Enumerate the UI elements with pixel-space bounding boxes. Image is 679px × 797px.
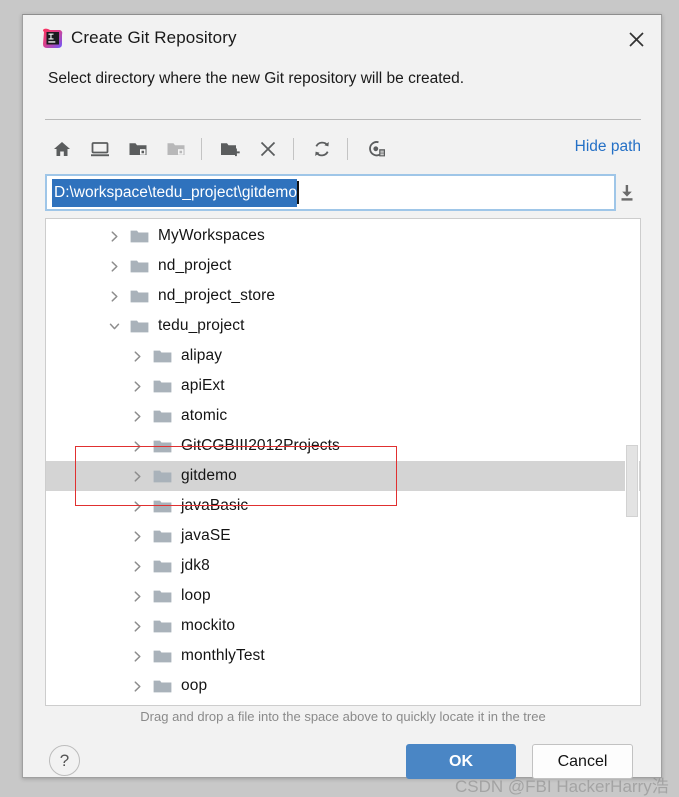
folder-icon — [153, 679, 172, 694]
intellij-idea-icon — [41, 27, 64, 50]
show-hidden-files-icon[interactable] — [359, 132, 393, 166]
tree-row-label: MyWorkspaces — [158, 227, 265, 244]
folder-icon — [153, 409, 172, 424]
tree-row-label: gitdemo — [181, 467, 237, 484]
cancel-button[interactable]: Cancel — [532, 744, 633, 779]
module-folder-icon — [159, 132, 193, 166]
folder-icon — [130, 229, 149, 244]
create-git-repository-dialog: Create Git Repository Select directory w… — [22, 14, 669, 796]
tree-row-loop[interactable]: loop — [46, 581, 640, 611]
home-icon[interactable] — [45, 132, 79, 166]
scrollbar-thumb[interactable] — [626, 445, 638, 517]
folder-icon — [153, 619, 172, 634]
tree-row-label: nd_project_store — [158, 287, 276, 304]
text-caret — [296, 181, 299, 204]
folder-icon — [153, 469, 172, 484]
refresh-icon[interactable] — [305, 132, 339, 166]
tree-row-alipay[interactable]: alipay — [46, 341, 640, 371]
tree-row-label: jdk8 — [181, 557, 210, 574]
folder-icon — [153, 349, 172, 364]
folder-icon — [130, 259, 149, 274]
chevron-right-icon[interactable] — [131, 350, 144, 363]
help-button[interactable]: ? — [49, 745, 80, 776]
chevron-right-icon[interactable] — [131, 500, 144, 513]
project-folder-icon[interactable] — [121, 132, 155, 166]
chevron-down-icon[interactable] — [108, 320, 121, 333]
folder-icon — [153, 529, 172, 544]
tree-row-label: atomic — [181, 407, 228, 424]
toolbar-separator — [201, 138, 202, 160]
tree-row-apiext[interactable]: apiExt — [46, 371, 640, 401]
directory-tree[interactable]: MyWorkspaces nd_project nd_project_storete… — [45, 218, 641, 706]
tree-row-nd_project[interactable]: nd_project — [46, 251, 640, 281]
chevron-right-icon[interactable] — [131, 680, 144, 693]
tree-row-oop[interactable]: oop — [46, 671, 640, 701]
folder-icon — [153, 649, 172, 664]
folder-icon — [153, 439, 172, 454]
chevron-right-icon[interactable] — [108, 260, 121, 273]
tree-row-label: mockito — [181, 617, 236, 634]
tree-row-gitdemo[interactable]: gitdemo — [46, 461, 640, 491]
folder-icon — [153, 499, 172, 514]
path-input[interactable]: D:\workspace\tedu_project\gitdemo — [45, 174, 616, 211]
tree-row-nd_project_store[interactable]: nd_project_store — [46, 281, 640, 311]
tree-row-label: monthlyTest — [181, 647, 265, 664]
desktop-icon[interactable] — [83, 132, 117, 166]
chevron-right-icon[interactable] — [131, 560, 144, 573]
tree-row-myworkspaces[interactable]: MyWorkspaces — [46, 221, 640, 251]
tree-row-label: alipay — [181, 347, 223, 364]
new-folder-icon[interactable] — [213, 132, 247, 166]
folder-icon — [153, 589, 172, 604]
tree-row-label: GitCGBIII2012Projects — [181, 437, 340, 454]
drag-drop-hint: Drag and drop a file into the space abov… — [140, 709, 546, 724]
chevron-right-icon[interactable] — [131, 590, 144, 603]
tree-row-label: apiExt — [181, 377, 225, 394]
folder-icon — [130, 289, 149, 304]
toolbar-separator — [293, 138, 294, 160]
tree-row-jdk8[interactable]: jdk8 — [46, 551, 640, 581]
tree-row-atomic[interactable]: atomic — [46, 401, 640, 431]
chevron-right-icon[interactable] — [131, 530, 144, 543]
header-divider — [45, 119, 641, 120]
tree-vertical-scrollbar[interactable] — [625, 220, 639, 705]
tree-row-label: javaSE — [181, 527, 231, 544]
chevron-right-icon[interactable] — [131, 410, 144, 423]
tree-row-monthlytest[interactable]: monthlyTest — [46, 641, 640, 671]
folder-icon — [130, 319, 149, 334]
chevron-right-icon[interactable] — [131, 470, 144, 483]
chevron-right-icon[interactable] — [131, 650, 144, 663]
chevron-right-icon[interactable] — [131, 620, 144, 633]
tree-row-label: tedu_project — [158, 317, 245, 334]
hide-path-link[interactable]: Hide path — [575, 138, 641, 156]
tree-row-tedu_project[interactable]: tedu_project — [46, 311, 640, 341]
chevron-right-icon[interactable] — [108, 230, 121, 243]
ok-button[interactable]: OK — [406, 744, 516, 779]
tree-row-javabasic[interactable]: javaBasic — [46, 491, 640, 521]
toolbar-separator — [347, 138, 348, 160]
tree-row-label: oop — [181, 677, 208, 694]
download-icon[interactable] — [612, 177, 642, 209]
folder-icon — [153, 559, 172, 574]
folder-icon — [153, 379, 172, 394]
file-chooser-toolbar: Hide path — [45, 128, 641, 170]
path-input-value: D:\workspace\tedu_project\gitdemo — [52, 178, 297, 207]
tree-row-label: nd_project — [158, 257, 232, 274]
chevron-right-icon[interactable] — [131, 380, 144, 393]
chevron-right-icon[interactable] — [131, 440, 144, 453]
tree-rows: MyWorkspaces nd_project nd_project_storete… — [46, 221, 640, 701]
tree-row-javase[interactable]: javaSE — [46, 521, 640, 551]
path-row: D:\workspace\tedu_project\gitdemo — [45, 174, 641, 214]
dialog-subtitle: Select directory where the new Git repos… — [48, 70, 465, 87]
tree-row-mockito[interactable]: mockito — [46, 611, 640, 641]
dialog-titlebar: Create Git Repository — [23, 15, 661, 61]
close-icon[interactable] — [619, 23, 653, 55]
tree-row-label: loop — [181, 587, 211, 604]
tree-row-gitcgbiii2012projects[interactable]: GitCGBIII2012Projects — [46, 431, 640, 461]
tree-row-label: javaBasic — [181, 497, 249, 514]
chevron-right-icon[interactable] — [108, 290, 121, 303]
dialog-title: Create Git Repository — [71, 28, 237, 47]
delete-icon[interactable] — [251, 132, 285, 166]
